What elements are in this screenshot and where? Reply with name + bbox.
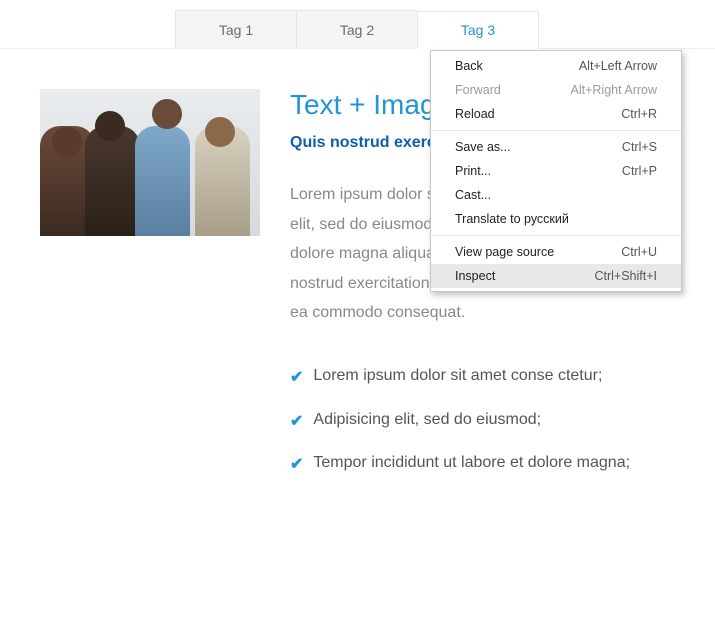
context-menu-item-label: Translate to русский xyxy=(455,212,569,226)
browser-context-menu: Back Alt+Left Arrow Forward Alt+Right Arrow… xyxy=(430,50,682,292)
context-menu-item-shortcut: Ctrl+R xyxy=(621,107,657,121)
context-menu-item-label: Inspect xyxy=(455,269,495,283)
list-item: ✔ Tempor incididunt ut labore et dolore … xyxy=(290,450,675,478)
list-item-text: Lorem ipsum dolor sit amet conse ctetur; xyxy=(313,363,602,389)
tab-tag3[interactable]: Tag 3 xyxy=(417,11,539,49)
list-item-text: Tempor incididunt ut labore et dolore ma… xyxy=(313,450,630,476)
context-menu-item-shortcut: Ctrl+P xyxy=(622,164,657,178)
context-menu-item-shortcut: Ctrl+Shift+I xyxy=(594,269,657,283)
article-image xyxy=(40,89,260,236)
context-menu-item-label: View page source xyxy=(455,245,554,259)
bullet-list: ✔ Lorem ipsum dolor sit amet conse ctetu… xyxy=(290,363,675,478)
context-menu-item-translate-to[interactable]: Translate to русский xyxy=(431,207,681,231)
list-item: ✔ Adipisicing elit, sed do eiusmod; xyxy=(290,407,675,435)
context-menu-item-shortcut: Ctrl+U xyxy=(621,245,657,259)
list-item: ✔ Lorem ipsum dolor sit amet conse ctetu… xyxy=(290,363,675,391)
context-menu-separator xyxy=(431,235,681,236)
context-menu-item-forward: Forward Alt+Right Arrow xyxy=(431,78,681,102)
check-icon: ✔ xyxy=(290,409,303,435)
tab-tag2[interactable]: Tag 2 xyxy=(296,10,418,48)
context-menu-item-reload[interactable]: Reload Ctrl+R xyxy=(431,102,681,126)
context-menu-item-view-page-source[interactable]: View page source Ctrl+U xyxy=(431,240,681,264)
check-icon: ✔ xyxy=(290,452,303,478)
context-menu-item-cast[interactable]: Cast... xyxy=(431,183,681,207)
tab-bar: Tag 1 Tag 2 Tag 3 xyxy=(0,0,715,49)
context-menu-item-label: Back xyxy=(455,59,483,73)
context-menu-item-shortcut: Alt+Right Arrow xyxy=(571,83,658,97)
context-menu-item-label: Save as... xyxy=(455,140,511,154)
context-menu-item-label: Print... xyxy=(455,164,491,178)
context-menu-item-label: Reload xyxy=(455,107,495,121)
tab-tag1[interactable]: Tag 1 xyxy=(175,10,297,48)
list-item-text: Adipisicing elit, sed do eiusmod; xyxy=(313,407,541,433)
context-menu-separator xyxy=(431,130,681,131)
context-menu-item-save-as[interactable]: Save as... Ctrl+S xyxy=(431,135,681,159)
context-menu-item-label: Forward xyxy=(455,83,501,97)
context-menu-item-back[interactable]: Back Alt+Left Arrow xyxy=(431,54,681,78)
context-menu-item-shortcut: Alt+Left Arrow xyxy=(579,59,657,73)
context-menu-item-print[interactable]: Print... Ctrl+P xyxy=(431,159,681,183)
check-icon: ✔ xyxy=(290,365,303,391)
context-menu-item-label: Cast... xyxy=(455,188,491,202)
context-menu-item-inspect[interactable]: Inspect Ctrl+Shift+I xyxy=(431,264,681,288)
context-menu-item-shortcut: Ctrl+S xyxy=(622,140,657,154)
